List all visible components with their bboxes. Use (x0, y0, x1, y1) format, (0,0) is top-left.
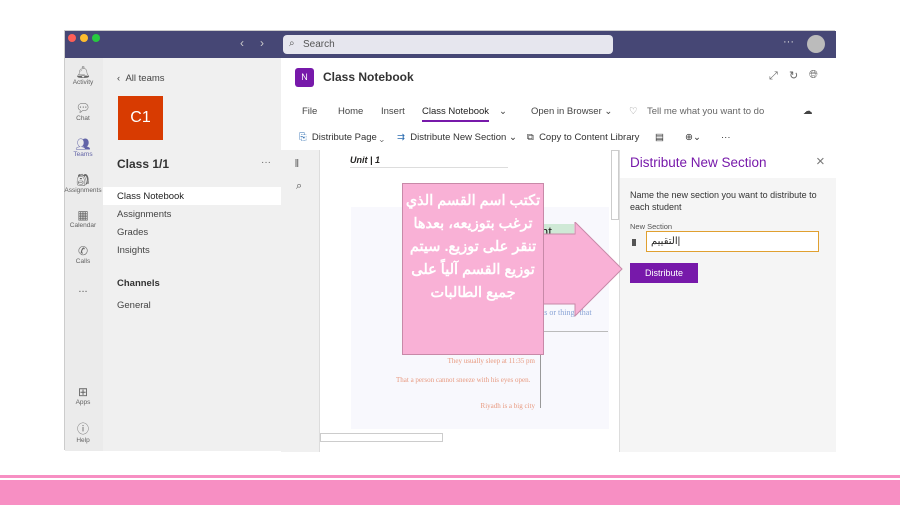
instruction-callout: تكتب اسم القسم الذي ترغب بتوزيعه، بعدها … (402, 183, 544, 355)
team-avatar: C1 (118, 96, 163, 140)
rail-activity[interactable]: 🔔︎ Activity (64, 65, 102, 86)
team-item-class-notebook[interactable]: Class Notebook (117, 191, 184, 202)
search-input[interactable]: ⌕ Search (283, 35, 613, 54)
rail-apps[interactable]: ⊞ Apps (64, 385, 102, 406)
channels-heading: Channels (117, 278, 160, 289)
team-pane: ‹ All teams C1 Class 1/1 ··· Class Noteb… (103, 58, 281, 451)
assignments-icon: 🎒︎ (75, 173, 91, 187)
onenote-icon: N (295, 68, 314, 87)
tell-me-input[interactable]: Tell me what you want to do (647, 106, 764, 117)
calendar-icon: ▦ (77, 208, 89, 222)
rail-calls[interactable]: ✆ Calls (64, 244, 102, 265)
title-bar: ‹ › ⌕ Search ··· (65, 31, 836, 58)
more-toolbar-icon[interactable]: ··· (721, 132, 731, 143)
tab-class-notebook[interactable]: Class Notebook (422, 106, 490, 122)
section-icon (632, 239, 636, 246)
bottom-band (0, 478, 900, 505)
chat-icon: 💬︎ (75, 101, 91, 115)
apps-icon: ⊞ (77, 385, 89, 399)
team-item-insights[interactable]: Insights (117, 245, 150, 256)
review-icon[interactable]: ▤ (655, 132, 664, 143)
page-title: Unit | 1 (350, 155, 508, 168)
field-label: New Section (630, 222, 673, 231)
horizontal-scrollbar[interactable] (320, 433, 443, 442)
avatar[interactable] (807, 35, 825, 53)
panel-description: Name the new section you want to distrib… (630, 190, 817, 212)
globe-icon[interactable]: 🌐︎ (809, 69, 818, 82)
chevron-down-icon[interactable]: ⌄ (499, 106, 507, 117)
team-item-grades[interactable]: Grades (117, 227, 148, 238)
help-icon: ⓘ (76, 422, 89, 436)
rail-calendar[interactable]: ▦ Calendar (64, 208, 102, 229)
notebook-title: Class Notebook (323, 70, 414, 84)
tab-file[interactable]: File (302, 106, 317, 117)
distribute-new-section-panel: Distribute New Section × Name the new se… (619, 150, 837, 452)
maximize-window-button[interactable] (92, 34, 100, 42)
lightbulb-icon: ♡ (629, 106, 638, 117)
teams-icon: 👥︎ (75, 137, 91, 151)
tab-open-in-browser[interactable]: Open in Browser ⌄ (531, 106, 612, 117)
search-icon: ⌕ (289, 38, 295, 49)
note: They usually sleep at 11:35 pm (447, 357, 535, 365)
minimize-window-button[interactable] (80, 34, 88, 42)
channel-general[interactable]: General (117, 300, 151, 311)
tab-home[interactable]: Home (338, 106, 363, 117)
vertical-scrollbar[interactable] (611, 150, 619, 220)
divider (542, 331, 608, 332)
rail-assignments[interactable]: 🎒︎ Assignments (64, 173, 102, 194)
close-window-button[interactable] (68, 34, 76, 42)
rail-items: 🔔︎ Activity 💬︎ Chat 👥︎ Teams 🎒︎ Assignments … (64, 57, 102, 450)
new-section-input[interactable]: التقييم| (646, 231, 819, 252)
all-teams-link[interactable]: ‹ All teams (117, 73, 165, 84)
distribute-button[interactable]: Distribute (630, 263, 698, 283)
refresh-icon[interactable]: ↻ (789, 69, 798, 82)
rail-chat[interactable]: 💬︎ Chat (64, 101, 102, 122)
connector-line (540, 350, 542, 408)
note: Riyadh is a big city (480, 402, 535, 410)
search-icon[interactable]: ⌕ (296, 180, 302, 193)
tab-insert[interactable]: Insert (381, 106, 405, 117)
note: That a person cannot sneeze with his eye… (396, 376, 531, 384)
team-name: Class 1/1 (117, 157, 170, 171)
distribute-page-button[interactable]: ⎘ Distribute Page ⌄ (299, 132, 384, 143)
panel-title: Distribute New Section (630, 155, 767, 170)
expand-icon[interactable]: ⤢ (769, 70, 778, 83)
notebooks-icon[interactable]: 𝍪 (295, 155, 299, 174)
rail-teams[interactable]: 👥︎ Teams (64, 137, 102, 158)
cloud-sync-icon[interactable]: ☁ (803, 106, 813, 117)
forward-arrow-icon[interactable]: › (260, 36, 264, 50)
notebook-nav: 𝍪 ⌕ (281, 150, 319, 452)
phone-icon: ✆ (77, 244, 89, 258)
team-item-assignments[interactable]: Assignments (117, 209, 171, 220)
copy-to-content-library-button[interactable]: ⧉ Copy to Content Library (527, 132, 639, 143)
rail-more[interactable]: ... (64, 283, 102, 295)
back-arrow-icon[interactable]: ‹ (240, 36, 244, 50)
more-options-icon[interactable]: ··· (783, 36, 794, 48)
bell-icon: 🔔︎ (75, 65, 91, 79)
close-icon[interactable]: × (816, 153, 825, 170)
rail-help[interactable]: ⓘ Help (64, 420, 102, 444)
distribute-new-section-button[interactable]: ⇉ Distribute New Section ⌄ (397, 132, 517, 143)
translate-icon[interactable]: ⊕⌄ (685, 132, 701, 143)
team-more-icon[interactable]: ··· (261, 157, 271, 168)
